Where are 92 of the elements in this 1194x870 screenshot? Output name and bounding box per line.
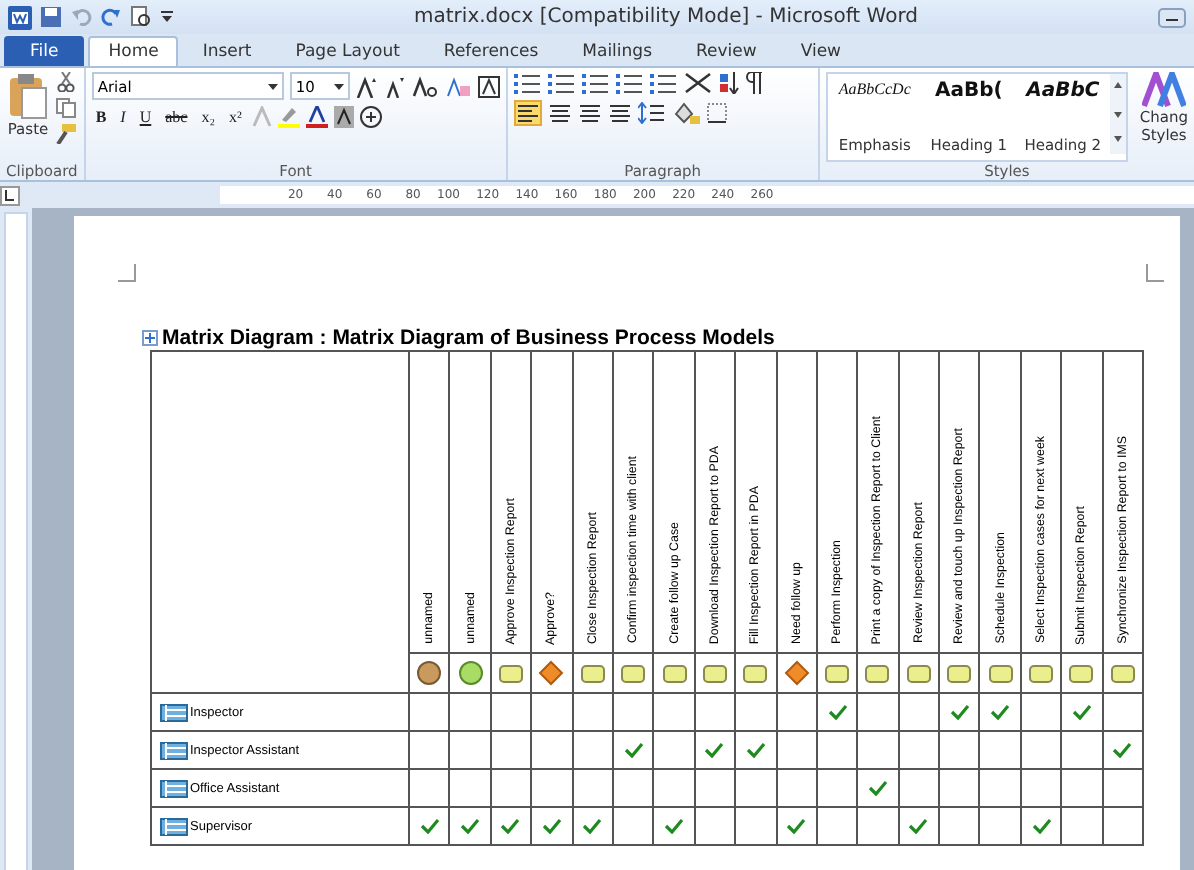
caret-icon[interactable] xyxy=(333,83,344,89)
redo-icon[interactable] xyxy=(100,6,122,28)
minimize-icon[interactable] xyxy=(1158,7,1186,27)
check-icon xyxy=(990,703,1011,720)
ribbon-tab[interactable]: Mailings xyxy=(562,36,672,66)
justify-icon[interactable] xyxy=(607,102,632,124)
format-button[interactable]: x² xyxy=(225,108,246,126)
format-button[interactable]: U xyxy=(135,108,156,126)
task-icon xyxy=(661,659,688,686)
align-center-icon[interactable] xyxy=(547,102,572,124)
ribbon-tab[interactable]: Insert xyxy=(182,36,272,66)
check-icon xyxy=(1112,741,1133,758)
event-icon xyxy=(457,659,484,686)
check-icon xyxy=(541,817,562,834)
task-icon xyxy=(864,659,891,686)
character-shading-icon[interactable] xyxy=(333,106,354,128)
task-icon xyxy=(987,659,1014,686)
enclose-characters-icon[interactable] xyxy=(359,106,382,128)
task-icon xyxy=(905,659,932,686)
gateway-icon xyxy=(538,659,565,686)
task-icon xyxy=(946,659,973,686)
sort-icon[interactable] xyxy=(717,72,740,94)
format-button[interactable]: B xyxy=(91,108,111,126)
check-icon xyxy=(582,817,603,834)
format-painter-icon[interactable] xyxy=(56,124,76,144)
file-tab[interactable]: File xyxy=(4,36,85,66)
window-title: matrix.docx [Compatibility Mode] - Microsoft Word xyxy=(412,6,920,28)
check-icon xyxy=(1071,703,1092,720)
check-icon xyxy=(908,817,929,834)
check-icon xyxy=(867,779,888,796)
font-color-icon[interactable] xyxy=(305,106,328,128)
diagram-title: Matrix Diagram : Matrix Diagram of Business Process Models xyxy=(162,326,775,350)
format-button[interactable]: abc xyxy=(161,108,192,126)
ribbon-tab[interactable]: References xyxy=(423,36,559,66)
pilcrow-icon[interactable] xyxy=(745,72,764,94)
lane-icon xyxy=(160,703,188,721)
align-left-icon[interactable] xyxy=(515,102,540,124)
line-spacing-icon[interactable] xyxy=(637,102,666,124)
multilevel-list-icon[interactable] xyxy=(581,72,610,94)
lane-icon xyxy=(160,779,188,797)
task-icon xyxy=(579,659,606,686)
task-icon xyxy=(620,659,647,686)
check-icon xyxy=(704,741,725,758)
check-icon xyxy=(745,741,766,758)
check-icon xyxy=(827,703,848,720)
gateway-icon xyxy=(783,659,810,686)
task-icon xyxy=(701,659,728,686)
check-icon xyxy=(500,817,521,834)
character-border-icon[interactable] xyxy=(477,75,500,97)
task-icon xyxy=(824,659,851,686)
clear-formatting-icon[interactable] xyxy=(445,75,472,97)
caret-icon[interactable] xyxy=(267,83,278,89)
decrease-indent-icon[interactable] xyxy=(615,72,644,94)
table-move-handle-icon[interactable] xyxy=(142,330,158,346)
print-preview-icon[interactable] xyxy=(130,6,152,28)
tab-selector-icon[interactable] xyxy=(0,185,20,205)
start-event-icon xyxy=(416,659,443,686)
bullets-icon[interactable] xyxy=(513,72,542,94)
increase-indent-icon[interactable] xyxy=(649,72,678,94)
check-icon xyxy=(623,741,644,758)
ribbon-tab[interactable]: Page Layout xyxy=(275,36,420,66)
check-icon xyxy=(949,703,970,720)
task-icon xyxy=(742,659,769,686)
lane-icon xyxy=(160,741,188,759)
format-button[interactable]: I xyxy=(116,108,130,126)
change-styles-icon[interactable] xyxy=(1141,72,1186,108)
save-icon[interactable] xyxy=(40,6,62,28)
align-right-icon[interactable] xyxy=(577,102,602,124)
numbering-icon[interactable] xyxy=(547,72,576,94)
gallery-scroll-icon[interactable] xyxy=(1109,74,1126,154)
check-icon xyxy=(460,817,481,834)
change-case-icon[interactable] xyxy=(411,75,440,97)
ribbon-tab[interactable]: Home xyxy=(88,36,179,66)
check-icon xyxy=(786,817,807,834)
format-button[interactable]: x₂ xyxy=(197,108,220,126)
clipboard-icon[interactable] xyxy=(6,72,50,120)
task-icon xyxy=(1109,659,1136,686)
task-icon xyxy=(1068,659,1095,686)
task-icon xyxy=(497,659,524,686)
copy-icon[interactable] xyxy=(56,98,76,118)
word-icon[interactable] xyxy=(8,5,32,29)
shrink-font-icon[interactable] xyxy=(383,75,406,97)
check-icon xyxy=(419,817,440,834)
shading-icon[interactable] xyxy=(671,102,700,124)
task-icon xyxy=(1028,659,1055,686)
lane-icon xyxy=(160,817,188,835)
ribbon-tab[interactable]: View xyxy=(780,36,861,66)
ribbon-tab[interactable]: Review xyxy=(676,36,777,66)
check-icon xyxy=(1031,817,1052,834)
check-icon xyxy=(664,817,685,834)
cut-icon[interactable] xyxy=(56,72,76,92)
grow-font-icon[interactable] xyxy=(355,75,378,97)
